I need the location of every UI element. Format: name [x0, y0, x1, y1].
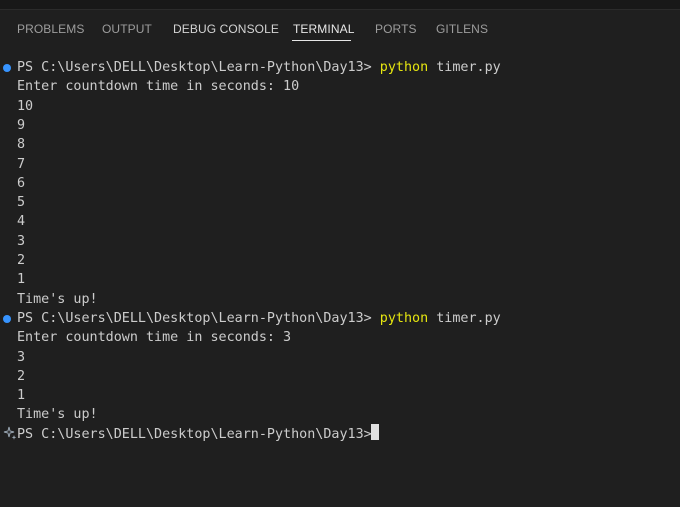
terminal-prompt-line: PS C:\Users\DELL\Desktop\Learn-Python\Da…	[17, 58, 501, 77]
prompt-text: PS C:\Users\DELL\Desktop\Learn-Python\Da…	[17, 426, 380, 442]
tab-debug-console[interactable]: DEBUG CONSOLE	[173, 22, 279, 36]
panel-tab-bar: PROBLEMS OUTPUT DEBUG CONSOLE TERMINAL P…	[0, 10, 680, 44]
output-line: 3	[17, 349, 26, 365]
terminal-prompt-line[interactable]: PS C:\Users\DELL\Desktop\Learn-Python\Da…	[17, 425, 380, 444]
tab-problems[interactable]: PROBLEMS	[17, 22, 85, 36]
command-name: python	[379, 310, 429, 326]
active-tab-underline	[292, 40, 351, 41]
output-line: 2	[17, 368, 26, 384]
command-success-dot-icon[interactable]	[3, 64, 11, 72]
title-strip	[0, 0, 680, 10]
command-success-dot-icon[interactable]	[3, 315, 11, 323]
output-line: 8	[17, 137, 26, 153]
output-line: Time's up!	[17, 407, 98, 423]
prompt-text: PS C:\Users\DELL\Desktop\Learn-Python\Da…	[17, 310, 380, 326]
output-line: 7	[17, 156, 26, 172]
prompt-text: PS C:\Users\DELL\Desktop\Learn-Python\Da…	[17, 60, 380, 75]
tab-output[interactable]: OUTPUT	[102, 22, 152, 36]
terminal-output[interactable]: PS C:\Users\DELL\Desktop\Learn-Python\Da…	[0, 58, 680, 507]
tab-terminal[interactable]: TERMINAL	[293, 22, 354, 36]
sparkle-icon[interactable]	[3, 426, 17, 440]
output-line: 1	[17, 388, 26, 404]
terminal-prompt-line: PS C:\Users\DELL\Desktop\Learn-Python\Da…	[17, 309, 501, 328]
output-line: 4	[17, 214, 26, 230]
tab-gitlens[interactable]: GITLENS	[436, 22, 488, 36]
output-line: 6	[17, 175, 26, 191]
output-line: Enter countdown time in seconds: 3	[17, 330, 292, 346]
output-line: Time's up!	[17, 291, 98, 307]
output-line: 5	[17, 195, 26, 211]
terminal-cursor	[371, 424, 379, 440]
command-args: timer.py	[428, 310, 501, 326]
tab-ports[interactable]: PORTS	[375, 22, 417, 36]
command-name: python	[379, 60, 429, 75]
output-line: 1	[17, 272, 26, 288]
output-line: Enter countdown time in seconds: 10	[17, 79, 300, 95]
output-line: 10	[17, 98, 34, 114]
output-line: 2	[17, 253, 26, 268]
output-line: 9	[17, 117, 26, 133]
output-line: 3	[17, 233, 26, 249]
command-args: timer.py	[428, 60, 501, 75]
